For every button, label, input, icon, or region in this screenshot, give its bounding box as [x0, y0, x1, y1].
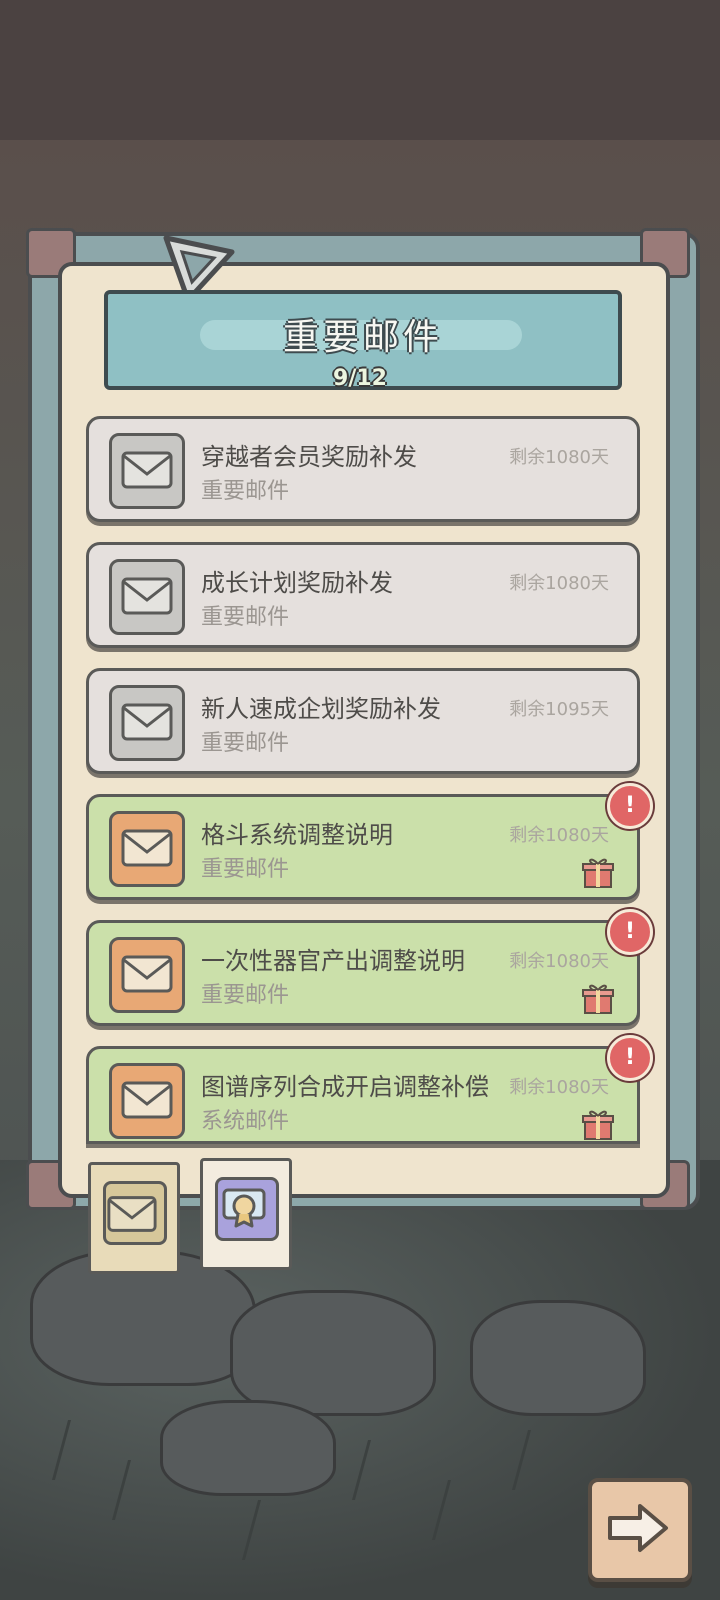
mail-remaining-time: 剩余1095天 [509, 699, 609, 720]
mail-counter: 9/12 [333, 366, 387, 391]
envelope-icon [121, 955, 173, 993]
new-alert-badge: ! [607, 1035, 653, 1081]
mail-title: 图谱序列合成开启调整补偿 [201, 1073, 489, 1101]
mail-item[interactable]: 格斗系统调整说明 重要邮件 剩余1080天 ! [86, 783, 653, 900]
envelope-icon [107, 1196, 157, 1232]
tab-mail-icon-box [103, 1181, 167, 1245]
mail-item[interactable]: 一次性器官产出调整说明 重要邮件 剩余1080天 ! [86, 909, 653, 1026]
exclamation-icon: ! [624, 1045, 636, 1070]
mail-icon-box [109, 937, 185, 1013]
tab-mail[interactable] [88, 1162, 180, 1274]
mail-title: 穿越者会员奖励补发 [201, 443, 417, 471]
exclamation-icon: ! [624, 793, 636, 818]
mail-item[interactable]: 成长计划奖励补发 重要邮件 剩余1080天 [86, 542, 640, 648]
rock-decoration [230, 1290, 436, 1416]
next-button[interactable] [588, 1478, 692, 1582]
mail-remaining-time: 剩余1080天 [509, 825, 609, 846]
envelope-icon [121, 703, 173, 741]
mail-remaining-time: 剩余1080天 [509, 447, 609, 468]
arrow-right-icon [608, 1504, 668, 1552]
mail-item[interactable]: 新人速成企划奖励补发 重要邮件 剩余1095天 [86, 668, 640, 774]
envelope-icon [121, 451, 173, 489]
mail-remaining-time: 剩余1080天 [509, 1077, 609, 1098]
mail-category: 重要邮件 [201, 983, 290, 1008]
envelope-icon [121, 577, 173, 615]
gift-icon [582, 1110, 614, 1140]
mail-category: 重要邮件 [201, 479, 290, 504]
new-alert-badge: ! [607, 783, 653, 829]
mail-title: 新人速成企划奖励补发 [201, 695, 441, 723]
mail-item[interactable]: 图谱序列合成开启调整补偿 系统邮件 剩余1080天 ! [86, 1035, 653, 1144]
mail-title: 成长计划奖励补发 [201, 569, 393, 597]
mail-remaining-time: 剩余1080天 [509, 573, 609, 594]
envelope-icon [121, 1081, 173, 1119]
medal-icon [222, 1188, 266, 1228]
background-sky [0, 0, 720, 140]
mail-title: 一次性器官产出调整说明 [201, 947, 465, 975]
mail-icon-box [109, 559, 185, 635]
mail-item[interactable]: 穿越者会员奖励补发 重要邮件 剩余1080天 [86, 416, 640, 522]
mail-category: 系统邮件 [201, 1109, 290, 1134]
gift-icon [582, 858, 614, 888]
new-alert-badge: ! [607, 909, 653, 955]
tab-reward-icon-box [215, 1177, 279, 1241]
mail-icon-box [109, 1063, 185, 1139]
tab-reward[interactable] [200, 1158, 292, 1270]
mail-icon-box [109, 685, 185, 761]
gift-icon [582, 984, 614, 1014]
mail-remaining-time: 剩余1080天 [509, 951, 609, 972]
mail-title: 格斗系统调整说明 [201, 821, 393, 849]
mail-icon-box [109, 433, 185, 509]
mail-category: 重要邮件 [201, 731, 290, 756]
envelope-icon [121, 829, 173, 867]
exclamation-icon: ! [624, 919, 636, 944]
rock-decoration [160, 1400, 336, 1496]
rock-decoration [470, 1300, 646, 1416]
mail-icon-box [109, 811, 185, 887]
mail-category: 重要邮件 [201, 857, 290, 882]
mail-category: 重要邮件 [201, 605, 290, 630]
